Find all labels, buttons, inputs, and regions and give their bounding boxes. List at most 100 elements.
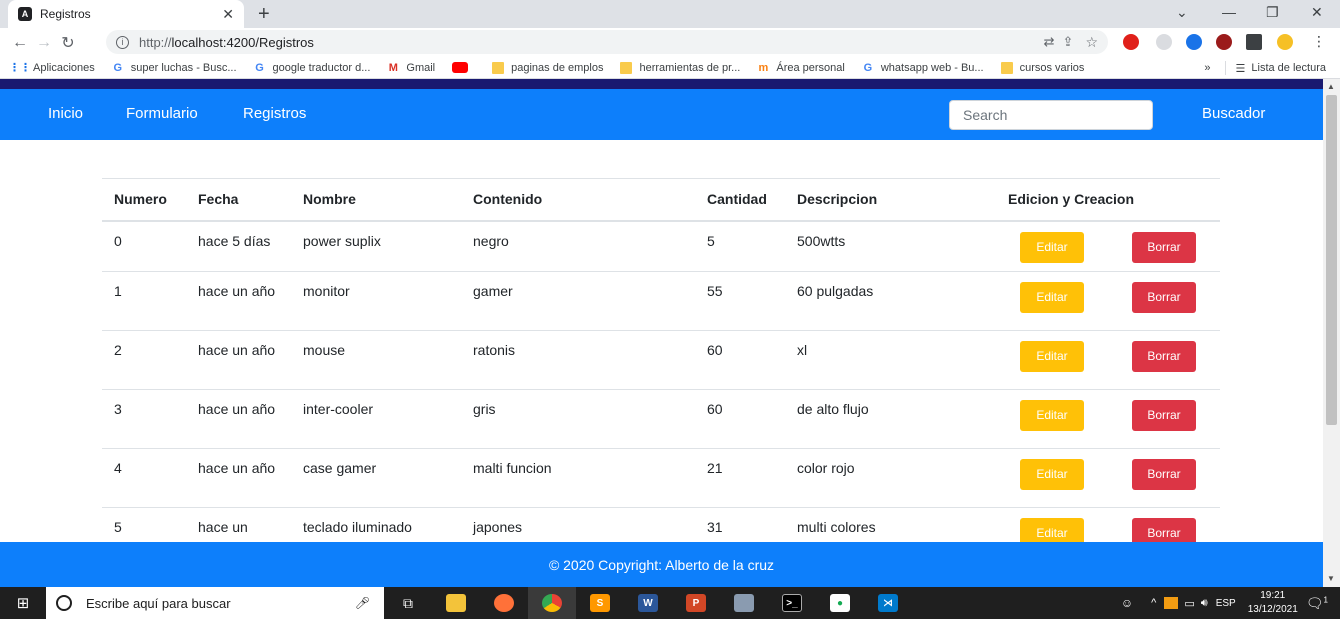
bookmark-paginas-empleos[interactable]: paginas de emplos: [492, 61, 604, 74]
firefox-icon[interactable]: [480, 587, 528, 619]
cell-fecha: hace un año: [186, 271, 291, 331]
battery-icon[interactable]: ▭: [1184, 597, 1194, 610]
search-input[interactable]: Search: [949, 100, 1153, 130]
tab-search-icon[interactable]: ⌄: [1176, 4, 1188, 21]
bookmark-super-luchas[interactable]: G super luchas - Busc...: [112, 62, 236, 74]
editar-button[interactable]: Editar: [1020, 341, 1084, 372]
bookmark-youtube[interactable]: [452, 62, 475, 73]
reload-icon[interactable]: ↻: [56, 33, 80, 53]
divider: [1224, 61, 1226, 75]
bookmark-area-personal[interactable]: m Área personal: [757, 61, 845, 74]
nav-registros[interactable]: Registros: [243, 105, 306, 122]
bookmark-star-icon[interactable]: ☆: [1085, 34, 1098, 51]
bookmark-label: paginas de emplos: [511, 61, 604, 74]
extensions-puzzle-icon[interactable]: [1246, 34, 1262, 50]
microphone-icon[interactable]: 🎤︎: [355, 596, 370, 610]
translate-icon[interactable]: ⇄: [1044, 34, 1055, 50]
sublime-text-icon[interactable]: S: [576, 587, 624, 619]
task-view-icon[interactable]: ⧉: [384, 587, 432, 619]
url-protocol: http://: [139, 34, 172, 50]
bookmark-label: Área personal: [776, 61, 845, 74]
powerpoint-icon[interactable]: P: [672, 587, 720, 619]
cell-descripcion: 60 pulgadas: [785, 271, 996, 331]
extension-gray-icon[interactable]: [1156, 34, 1172, 50]
site-info-icon[interactable]: i: [116, 35, 129, 49]
scroll-up-icon[interactable]: ▲: [1327, 82, 1335, 91]
bookmark-apps[interactable]: ⋮⋮ Aplicaciones: [9, 62, 95, 75]
bookmark-gmail[interactable]: M Gmail: [387, 62, 435, 74]
bookmark-whatsapp[interactable]: G whatsapp web - Bu...: [862, 62, 984, 74]
cell-numero: 2: [102, 330, 186, 390]
minimize-button[interactable]: —: [1222, 4, 1236, 20]
nav-formulario[interactable]: Formulario: [126, 105, 198, 122]
language-indicator[interactable]: ESP: [1216, 598, 1236, 609]
network-app-icon[interactable]: [720, 587, 768, 619]
cell-cantidad: 5: [695, 220, 785, 272]
restore-button[interactable]: ❐: [1266, 4, 1279, 21]
opera-extension-icon[interactable]: [1123, 34, 1139, 50]
ublock-icon[interactable]: [1216, 34, 1232, 50]
people-icon[interactable]: ☺: [1121, 596, 1133, 610]
search-button[interactable]: Buscador: [1202, 105, 1265, 122]
editar-button[interactable]: Editar: [1020, 231, 1084, 263]
chrome-icon[interactable]: [528, 587, 576, 619]
tab-strip: A Registros ✕ + ⌄ — ❐ ✕: [0, 0, 1340, 28]
reading-list-icon: ☰: [1235, 62, 1246, 75]
scroll-down-icon[interactable]: ▼: [1327, 574, 1335, 583]
vscode-icon[interactable]: ⋊: [864, 587, 912, 619]
share-icon[interactable]: ⇪: [1063, 34, 1074, 50]
address-bar[interactable]: i http:// localhost:4200/Registros ⇄ ⇪ ☆: [106, 30, 1108, 54]
cell-contenido: malti funcion: [461, 448, 695, 508]
mongodb-compass-icon[interactable]: ●: [816, 587, 864, 619]
extension-blue-icon[interactable]: [1186, 34, 1202, 50]
bookmark-cursos[interactable]: cursos varios: [1000, 61, 1085, 74]
scroll-thumb[interactable]: [1326, 95, 1337, 425]
file-explorer-icon[interactable]: [432, 587, 480, 619]
url-path: localhost:4200/Registros: [171, 34, 314, 50]
reading-list-button[interactable]: Lista de lectura: [1251, 62, 1326, 74]
cell-descripcion: xl: [785, 330, 996, 390]
bookmark-label: cursos varios: [1019, 61, 1085, 74]
bookmark-herramientas[interactable]: herramientas de pr...: [620, 61, 740, 74]
borrar-button[interactable]: Borrar: [1132, 282, 1196, 313]
new-tab-button[interactable]: +: [258, 3, 270, 26]
table-row: 0 hace 5 días power suplix negro 5 500wt…: [102, 220, 1220, 272]
page-footer: © 2020 Copyright: Alberto de la cruz: [0, 542, 1323, 587]
volume-icon[interactable]: 🔊︎: [1201, 597, 1208, 610]
word-icon[interactable]: W: [624, 587, 672, 619]
editar-button[interactable]: Editar: [1020, 282, 1084, 313]
browser-tab[interactable]: A Registros ✕: [8, 0, 244, 28]
borrar-button[interactable]: Borrar: [1132, 341, 1196, 372]
borrar-button[interactable]: Borrar: [1132, 400, 1196, 431]
editar-button[interactable]: Editar: [1020, 459, 1084, 490]
back-icon[interactable]: ←: [8, 34, 32, 52]
close-tab-icon[interactable]: ✕: [222, 6, 234, 23]
nav-inicio[interactable]: Inicio: [48, 105, 83, 122]
cell-fecha: hace un año: [186, 330, 291, 390]
cell-numero: 4: [102, 448, 186, 508]
profile-avatar[interactable]: [1277, 34, 1293, 50]
page-scrollbar[interactable]: ▲ ▼: [1323, 79, 1340, 587]
forward-icon[interactable]: →: [32, 34, 56, 52]
borrar-button[interactable]: Borrar: [1132, 459, 1196, 490]
bookmark-google-traductor[interactable]: G google traductor d...: [254, 62, 370, 74]
borrar-button[interactable]: Borrar: [1132, 231, 1196, 263]
cell-fecha: hace un año: [186, 448, 291, 508]
tray-chevron-icon[interactable]: ^: [1151, 597, 1156, 609]
chrome-menu-icon[interactable]: ⋮: [1312, 34, 1326, 50]
terminal-icon[interactable]: >_: [768, 587, 816, 619]
taskbar-search[interactable]: Escribe aquí para buscar 🎤︎: [46, 587, 384, 619]
youtube-icon: [452, 62, 469, 73]
notifications-icon[interactable]: 🗨︎1: [1306, 595, 1328, 612]
header-edicion: Edicion y Creacion: [996, 178, 1220, 222]
notification-count: 1: [1323, 594, 1328, 604]
bookmarks-overflow-button[interactable]: »: [1204, 62, 1210, 74]
app-tray-icon[interactable]: [1164, 597, 1179, 609]
close-window-button[interactable]: ✕: [1311, 4, 1323, 21]
editar-button[interactable]: Editar: [1020, 400, 1084, 431]
cell-cantidad: 21: [695, 448, 785, 508]
clock[interactable]: 19:21 13/12/2021: [1248, 589, 1298, 617]
windows-start-icon[interactable]: ⊞: [0, 587, 46, 619]
table-row: 4 hace un año case gamer malti funcion 2…: [102, 448, 1220, 508]
cell-nombre: mouse: [291, 330, 461, 390]
